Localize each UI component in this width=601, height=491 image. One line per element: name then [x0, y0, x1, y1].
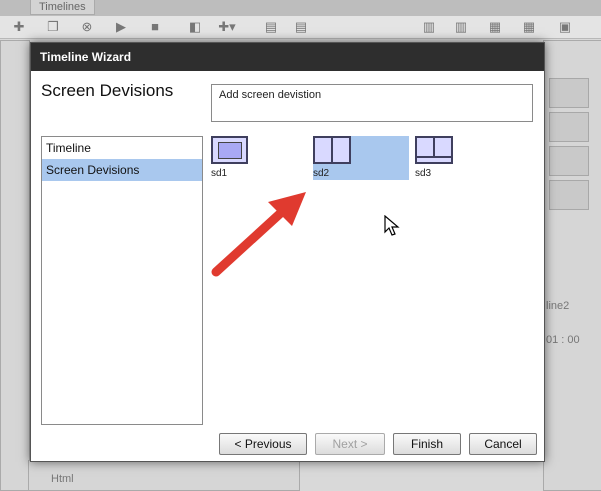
expand-icon[interactable]: ▣: [556, 19, 574, 35]
delete-icon[interactable]: ⊗: [78, 19, 96, 35]
vertical-split-layout-icon: [313, 136, 351, 164]
background-block: [549, 112, 589, 142]
cancel-button[interactable]: Cancel: [469, 433, 537, 455]
background-tabbar: Timelines: [0, 0, 601, 16]
mouse-cursor-icon: [384, 215, 400, 236]
dialog-title: Timeline Wizard: [31, 43, 544, 71]
timeline-wizard-dialog: Timeline Wizard Screen Devisions Add scr…: [30, 42, 545, 462]
add-dropdown-icon[interactable]: ✚▾: [218, 19, 236, 35]
background-left-panel: [0, 40, 30, 491]
step-item-screen-devisions[interactable]: Screen Devisions: [42, 159, 202, 181]
layout-label: sd2: [313, 168, 330, 179]
background-timeline-name: line2: [546, 300, 570, 312]
background-html-label: Html: [51, 473, 74, 485]
copy-icon[interactable]: ❐: [44, 19, 62, 35]
screen-division-layouts: sd1 sd2 sd3: [211, 136, 536, 425]
background-tab-timelines[interactable]: Timelines: [30, 0, 95, 15]
layout-label: sd3: [415, 168, 432, 179]
finish-button[interactable]: Finish: [393, 433, 461, 455]
background-bottom-panel: Html: [28, 460, 300, 491]
single-pane-layout-icon: [211, 136, 248, 164]
play-icon[interactable]: ▶: [112, 19, 130, 35]
align-icon[interactable]: ▥: [420, 19, 438, 35]
align2-icon[interactable]: ▥: [452, 19, 470, 35]
add-icon[interactable]: ✚: [10, 19, 28, 35]
background-toolbar: ✚ ❐ ⊗ ▶ ■ ◧ ✚▾ ▤ ▤ ▥ ▥ ▦ ▦ ▣: [0, 16, 601, 39]
step-description: Add screen devistion: [211, 84, 533, 122]
background-time-readout: 01 : 00: [546, 334, 580, 346]
layer-icon[interactable]: ▤: [262, 19, 280, 35]
stop-icon[interactable]: ■: [146, 19, 164, 35]
layout-option-sd3[interactable]: sd3: [415, 136, 475, 180]
step-heading: Screen Devisions: [41, 81, 174, 100]
wizard-step-list: Timeline Screen Devisions: [41, 136, 203, 425]
previous-button[interactable]: < Previous: [219, 433, 307, 455]
grid-icon[interactable]: ▦: [486, 19, 504, 35]
next-button[interactable]: Next >: [315, 433, 385, 455]
layout-option-sd1[interactable]: sd1: [211, 136, 271, 180]
layout-label: sd1: [211, 168, 228, 179]
background-block: [549, 180, 589, 210]
layer2-icon[interactable]: ▤: [292, 19, 310, 35]
layout-option-sd2[interactable]: sd2: [313, 136, 409, 180]
split-with-footer-layout-icon: [415, 136, 453, 164]
step-item-timeline[interactable]: Timeline: [42, 137, 202, 159]
back-icon[interactable]: ◧: [186, 19, 204, 35]
background-block: [549, 146, 589, 176]
background-block: [549, 78, 589, 108]
grid2-icon[interactable]: ▦: [520, 19, 538, 35]
